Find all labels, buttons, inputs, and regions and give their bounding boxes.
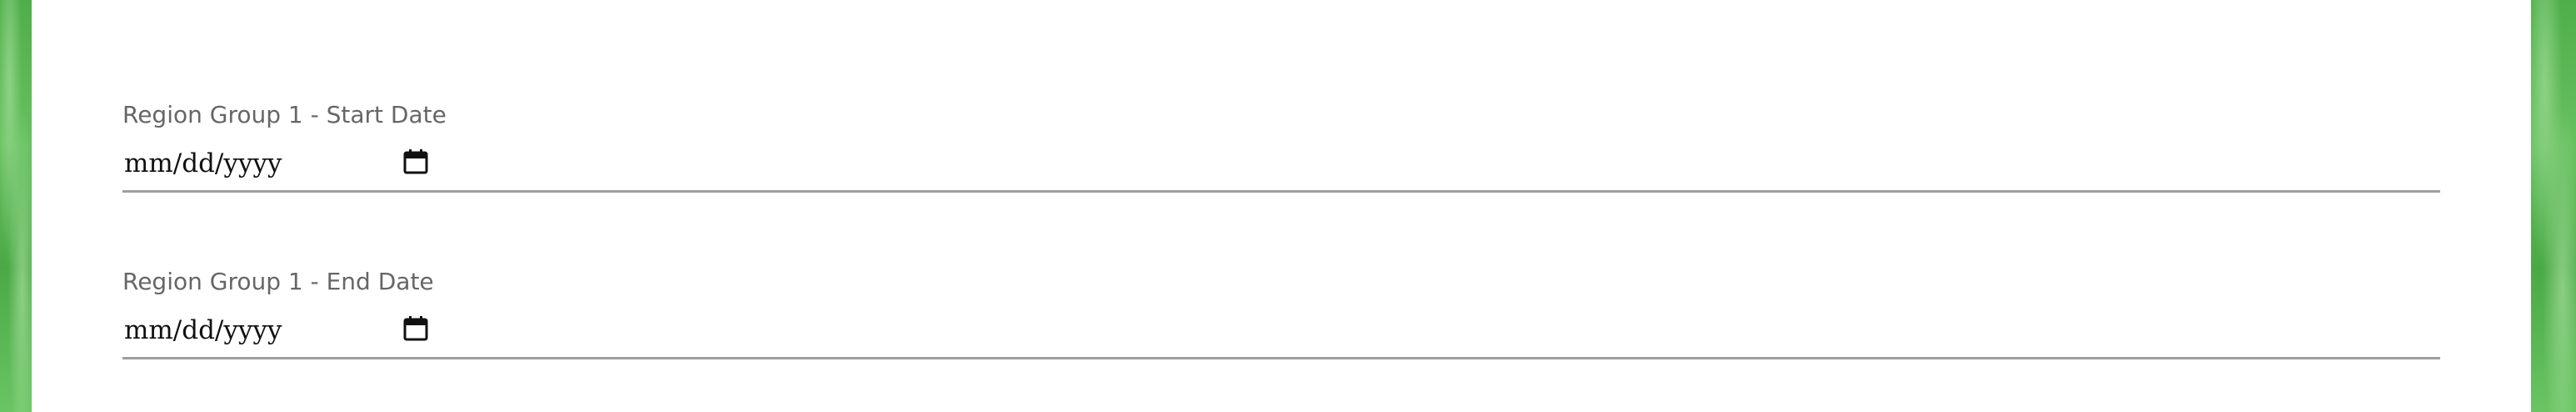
left-green-background bbox=[0, 0, 32, 412]
form-panel: Region Group 1 - Start Date mm/dd/yyyy R… bbox=[32, 0, 2531, 412]
right-green-background bbox=[2531, 0, 2576, 412]
start-date-field: Region Group 1 - Start Date mm/dd/yyyy bbox=[122, 98, 2440, 193]
start-date-placeholder: mm/dd/yyyy bbox=[124, 148, 282, 178]
end-date-label: Region Group 1 - End Date bbox=[122, 268, 434, 295]
start-date-label: Region Group 1 - Start Date bbox=[122, 101, 447, 128]
end-date-field: Region Group 1 - End Date mm/dd/yyyy bbox=[122, 265, 2440, 359]
end-date-input[interactable]: mm/dd/yyyy bbox=[122, 309, 2440, 359]
end-date-placeholder: mm/dd/yyyy bbox=[124, 315, 282, 345]
calendar-icon[interactable] bbox=[402, 148, 430, 176]
start-date-input[interactable]: mm/dd/yyyy bbox=[122, 142, 2440, 193]
calendar-icon[interactable] bbox=[402, 314, 430, 343]
